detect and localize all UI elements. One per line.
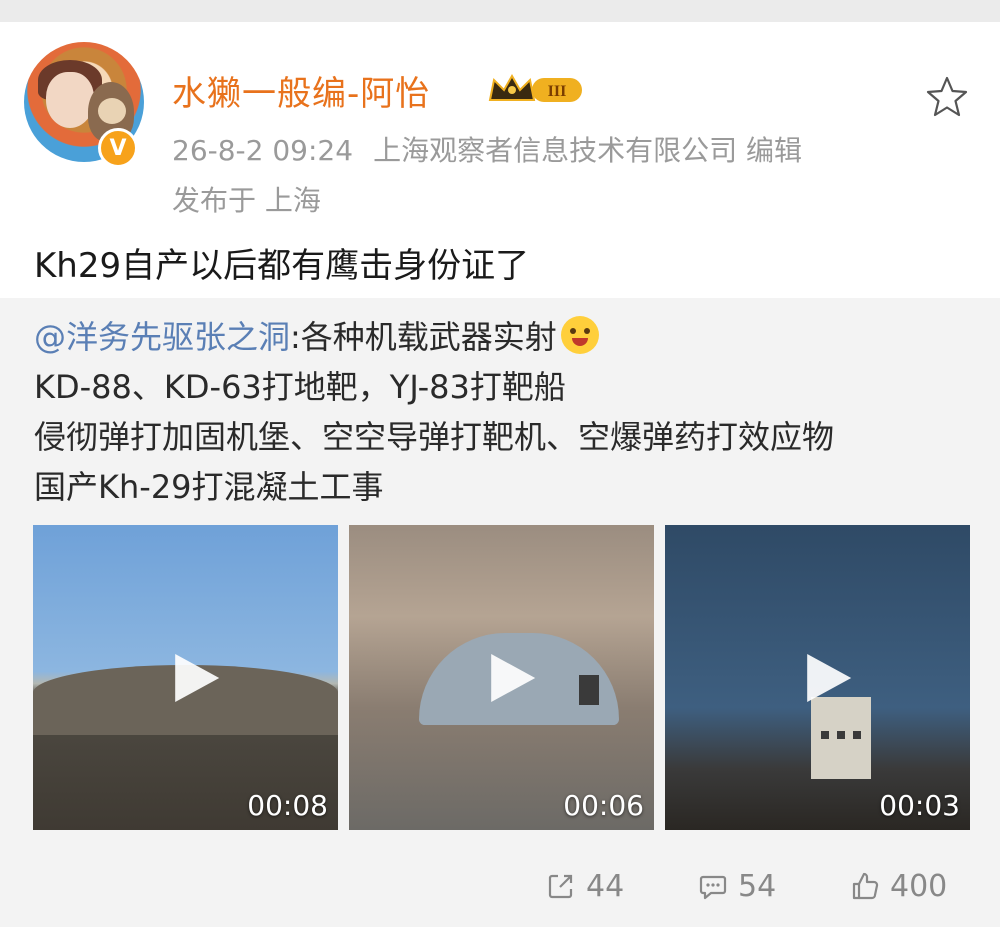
crown-icon[interactable]: III <box>486 70 586 106</box>
play-icon[interactable] <box>169 650 225 706</box>
share-icon <box>548 874 573 899</box>
comment-button[interactable]: 54 <box>698 866 776 906</box>
repost-line-4: 国产Kh-29打混凝土工事 <box>34 468 384 506</box>
post-source[interactable]: 上海观察者信息技术有限公司 <box>373 134 737 167</box>
like-count: 400 <box>890 868 948 904</box>
like-icon <box>852 872 879 900</box>
repost-line-3: 侵彻弹打加固机堡、空空导弹打靶机、空爆弹药打效应物 <box>34 418 835 456</box>
video-duration: 00:08 <box>247 789 328 822</box>
post-location: 发布于 上海 <box>172 184 321 217</box>
emoji-icon <box>560 316 599 354</box>
repost-line-2: KD-88、KD-63打地靶，YJ-83打靶船 <box>34 368 566 406</box>
like-button[interactable]: 400 <box>850 866 947 906</box>
comment-icon <box>699 875 727 900</box>
level-badge: III <box>548 83 567 100</box>
repost-text: @洋务先驱张之洞:各种机载武器实射 KD-88、KD-63打地靶，YJ-83打靶… <box>34 312 834 512</box>
video-thumbnail-3[interactable]: 00:03 <box>665 525 970 830</box>
repost-line-1: :各种机载武器实射 <box>290 318 557 356</box>
video-duration: 00:03 <box>879 789 960 822</box>
post-text: Kh29自产以后都有鹰击身份证了 <box>34 246 530 286</box>
star-icon[interactable] <box>924 74 970 120</box>
post-time: 26-8-2 09:24 <box>172 134 354 167</box>
post-meta: 26-8-2 09:24 上海观察者信息技术有限公司 编辑 发布于 上海 <box>172 126 932 226</box>
verified-icon: V <box>98 128 138 168</box>
username[interactable]: 水獭一般编-阿怡 <box>172 66 430 115</box>
share-button[interactable]: 44 <box>546 866 624 906</box>
video-duration: 00:06 <box>563 789 644 822</box>
mention-link[interactable]: @洋务先驱张之洞 <box>34 318 290 356</box>
video-thumbnail-1[interactable]: 00:08 <box>33 525 338 830</box>
video-thumbnail-2[interactable]: 00:06 <box>349 525 654 830</box>
comment-count: 54 <box>738 868 777 904</box>
play-icon[interactable] <box>801 650 857 706</box>
edited-label: 编辑 <box>745 134 802 167</box>
share-count: 44 <box>586 868 625 904</box>
top-strip <box>0 0 1000 22</box>
play-icon[interactable] <box>485 650 541 706</box>
